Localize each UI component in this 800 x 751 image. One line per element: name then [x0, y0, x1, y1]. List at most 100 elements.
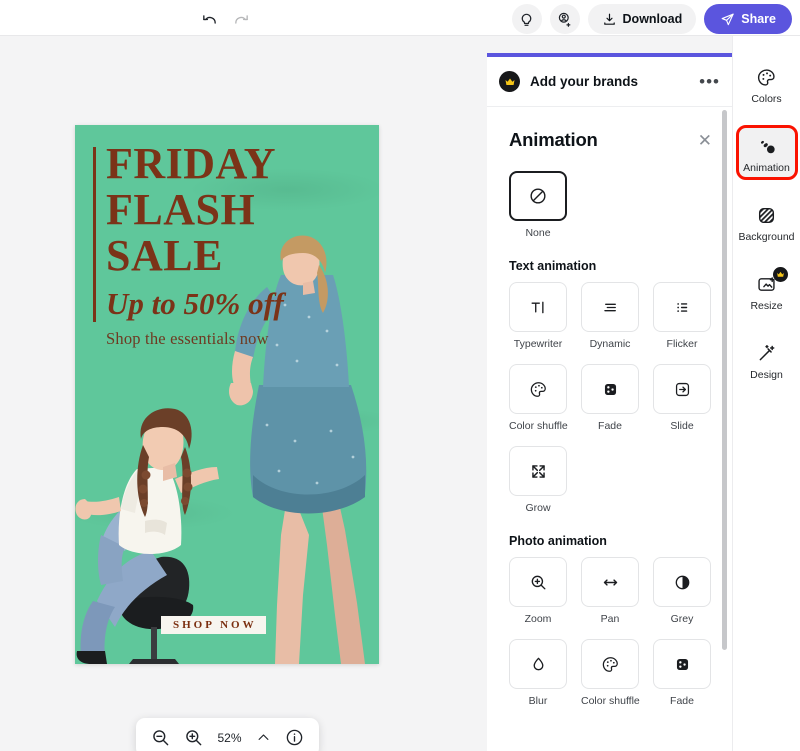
rail-item-background[interactable]: Background [738, 196, 796, 247]
rail-item-design[interactable]: Design [738, 334, 796, 385]
fade-icon [601, 380, 620, 399]
poster-tagline[interactable]: Shop the essentials now [106, 329, 269, 349]
poster-subheadline[interactable]: Up to 50% off [106, 287, 284, 321]
invite-members-button[interactable] [549, 4, 580, 34]
photo-animation-grid: Zoom Pan Grey Blur Color shuffle Fade [487, 557, 732, 707]
panel-scrollbar[interactable] [722, 110, 727, 650]
photo-fade-label: Fade [670, 695, 694, 707]
photo-color-shuffle-box[interactable] [581, 639, 639, 689]
download-icon [602, 12, 617, 27]
slide-box[interactable] [653, 364, 711, 414]
photo-fade-box[interactable] [653, 639, 711, 689]
chevron-up-icon [256, 730, 271, 745]
animation-option-photo-zoom[interactable]: Zoom [509, 557, 567, 625]
rail-item-colors[interactable]: Colors [738, 58, 796, 109]
rail-label-design: Design [750, 369, 783, 381]
grow-icon [529, 462, 548, 481]
right-tool-rail: Colors Animation Background Resize Desig… [732, 36, 800, 751]
fade-label: Fade [598, 420, 622, 432]
animation-option-typewriter[interactable]: Typewriter [509, 282, 567, 350]
rail-label-resize: Resize [750, 300, 783, 312]
panel-title: Animation [509, 129, 598, 150]
redo-button[interactable] [228, 6, 254, 32]
canvas-area[interactable]: FRIDAY FLASH SALE Up to 50% off Shop the… [0, 36, 487, 751]
tips-button[interactable] [511, 4, 542, 34]
animation-option-grow[interactable]: Grow [509, 446, 567, 514]
slide-icon [673, 380, 692, 399]
blur-box[interactable] [509, 639, 567, 689]
history-controls [196, 6, 254, 32]
person-add-icon [556, 11, 573, 28]
more-options-icon[interactable]: ••• [699, 73, 720, 90]
crown-icon [499, 71, 520, 92]
zoom-in-button[interactable] [184, 728, 203, 747]
pro-crown-icon [772, 267, 788, 282]
animation-option-photo-color-shuffle[interactable]: Color shuffle [581, 639, 640, 707]
pan-box[interactable] [581, 557, 639, 607]
redo-icon [233, 11, 250, 28]
dynamic-box[interactable] [581, 282, 639, 332]
lightbulb-icon [518, 11, 535, 28]
rail-item-resize[interactable]: Resize [738, 265, 796, 316]
text-animation-grid: Typewriter Dynamic Flicker Color shuffle… [487, 282, 732, 514]
photo-zoom-label: Zoom [524, 613, 552, 625]
color-shuffle-label: Color shuffle [509, 420, 568, 432]
poster-cta-button[interactable]: SHOP NOW [161, 616, 266, 634]
typewriter-label: Typewriter [513, 338, 563, 350]
top-right-actions: Download Share [511, 4, 792, 34]
zoom-out-icon [151, 728, 170, 747]
animation-option-dynamic[interactable]: Dynamic [581, 282, 639, 350]
rail-item-animation[interactable]: Animation [735, 125, 798, 180]
top-toolbar: Download Share [0, 0, 800, 36]
flicker-label: Flicker [666, 338, 698, 350]
color-shuffle-box[interactable] [509, 364, 567, 414]
typewriter-box[interactable] [509, 282, 567, 332]
fade-icon [673, 655, 692, 674]
design-editor-app: Download Share FRIDAY FLASH SALE Up to 5… [0, 0, 800, 751]
photo-zoom-box[interactable] [509, 557, 567, 607]
text-animation-section-label: Text animation [509, 259, 597, 273]
animation-option-grey[interactable]: Grey [653, 557, 711, 625]
pan-arrows-icon [601, 573, 620, 592]
animation-option-flicker[interactable]: Flicker [653, 282, 711, 350]
zoom-level-value[interactable]: 52% [217, 731, 241, 745]
animation-side-panel: Add your brands ••• Animation ✕ None Tex… [487, 53, 732, 751]
animation-option-fade[interactable]: Fade [581, 364, 639, 432]
animation-option-pan[interactable]: Pan [581, 557, 639, 625]
share-button[interactable]: Share [704, 4, 792, 34]
dynamic-label: Dynamic [589, 338, 631, 350]
add-your-brands-row[interactable]: Add your brands ••• [487, 57, 732, 107]
close-icon[interactable]: ✕ [698, 132, 712, 149]
animation-option-photo-fade[interactable]: Fade [653, 639, 711, 707]
fade-box[interactable] [581, 364, 639, 414]
palette-icon [601, 655, 620, 674]
grow-box[interactable] [509, 446, 567, 496]
blur-label: Blur [528, 695, 548, 707]
zoom-in-icon [529, 573, 548, 592]
design-poster[interactable]: FRIDAY FLASH SALE Up to 50% off Shop the… [75, 125, 379, 664]
color-shuffle-icon [529, 380, 548, 399]
poster-headline-line3: SALE [106, 231, 223, 280]
animation-option-none[interactable]: None [509, 171, 567, 239]
none-animation-box[interactable] [509, 171, 567, 221]
zoom-toolbar: 52% [136, 718, 319, 751]
brand-row-title: Add your brands [530, 74, 639, 89]
undo-icon [201, 11, 218, 28]
none-animation-group: None [487, 151, 732, 239]
animation-option-slide[interactable]: Slide [653, 364, 711, 432]
zoom-expand-button[interactable] [256, 730, 271, 745]
zoom-out-button[interactable] [151, 728, 170, 747]
droplet-icon [529, 655, 548, 674]
info-icon [285, 728, 304, 747]
info-button[interactable] [285, 728, 304, 747]
grey-label: Grey [670, 613, 694, 625]
flicker-box[interactable] [653, 282, 711, 332]
download-button[interactable]: Download [587, 4, 697, 34]
animation-option-blur[interactable]: Blur [509, 639, 567, 707]
poster-headline[interactable]: FRIDAY FLASH SALE [106, 141, 276, 279]
slide-label: Slide [670, 420, 694, 432]
background-icon [738, 202, 796, 228]
grey-box[interactable] [653, 557, 711, 607]
undo-button[interactable] [196, 6, 222, 32]
animation-option-color-shuffle[interactable]: Color shuffle [509, 364, 568, 432]
